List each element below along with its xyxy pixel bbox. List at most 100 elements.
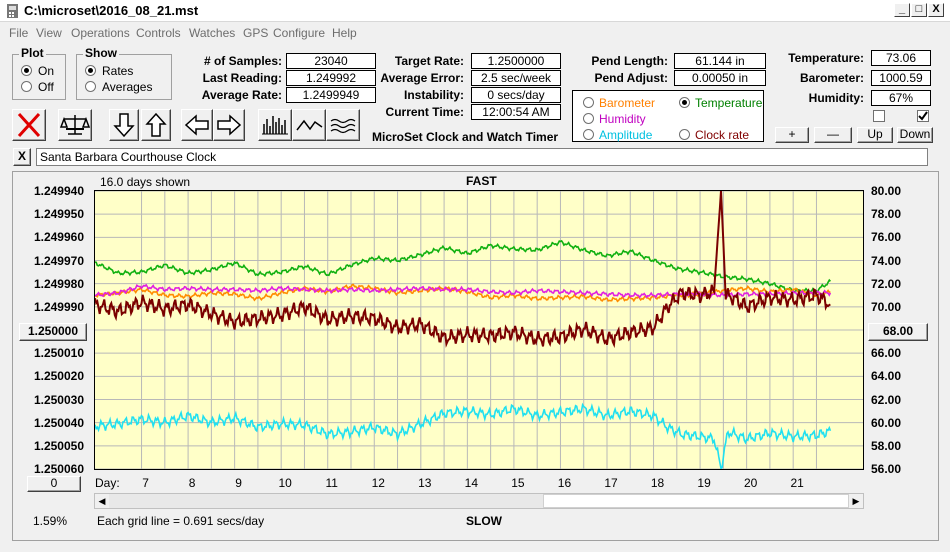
y-tick-right: 70.00 bbox=[871, 299, 902, 314]
up-button[interactable]: Up bbox=[857, 127, 893, 143]
y-tick-left: 1.250060 bbox=[33, 462, 84, 476]
line-graph-icon bbox=[296, 119, 323, 131]
y-tick-right: 58.00 bbox=[871, 438, 902, 453]
show-rates-radio[interactable] bbox=[85, 65, 96, 76]
menu-watches[interactable]: Watches bbox=[189, 26, 235, 40]
clock-rate-radio[interactable] bbox=[679, 129, 690, 140]
y-tick-left: 1.249960 bbox=[33, 230, 84, 245]
x-tick: 8 bbox=[188, 476, 196, 490]
scroll-thumb[interactable] bbox=[543, 494, 849, 508]
bar-graph-icon bbox=[262, 116, 288, 135]
y-tick-left: 1.250050 bbox=[33, 438, 84, 453]
arrow-right-icon bbox=[217, 114, 242, 136]
current-time-field: 12:00:54 AM bbox=[471, 104, 561, 120]
stop-button[interactable] bbox=[12, 109, 46, 141]
humidity-env-field: 67% bbox=[871, 90, 931, 106]
y-tick-right: 66.00 bbox=[871, 346, 902, 361]
menu-view[interactable]: View bbox=[36, 26, 62, 40]
menu-operations[interactable]: Operations bbox=[71, 26, 130, 40]
plot-area bbox=[94, 190, 864, 470]
barometer-label: Barometer bbox=[599, 96, 656, 110]
close-button[interactable]: X bbox=[928, 3, 944, 17]
minus-button[interactable]: — bbox=[814, 127, 852, 143]
minimize-button[interactable]: _ bbox=[894, 3, 910, 17]
note-input[interactable]: Santa Barbara Courthouse Clock bbox=[36, 148, 928, 166]
days-shown-label: 16.0 days shown bbox=[100, 175, 191, 189]
menu-controls[interactable]: Controls bbox=[136, 26, 181, 40]
y-tick-right: 72.00 bbox=[871, 276, 902, 291]
temperature-radio[interactable] bbox=[679, 97, 690, 108]
pend-length-label: Pend Length: bbox=[591, 54, 668, 68]
clock-rate-label: Clock rate bbox=[695, 128, 750, 142]
x-tick: 16 bbox=[557, 476, 572, 490]
app-caption: MicroSet Clock and Watch Timer bbox=[372, 130, 559, 144]
show-averages-radio[interactable] bbox=[85, 81, 96, 92]
y-tick-left: 1.249950 bbox=[33, 207, 84, 222]
x-tick: 11 bbox=[325, 476, 338, 490]
x-tick: 7 bbox=[142, 476, 149, 490]
menu-configure[interactable]: Configure bbox=[273, 26, 325, 40]
menu-gps[interactable]: GPS bbox=[243, 26, 268, 40]
y-tick-right: 56.00 bbox=[871, 462, 902, 476]
option-checkbox-2[interactable] bbox=[917, 110, 929, 122]
x-tick: 10 bbox=[278, 476, 292, 490]
show-averages-label: Averages bbox=[102, 80, 153, 94]
arrow-right-button[interactable] bbox=[213, 109, 245, 141]
fast-label: FAST bbox=[466, 174, 497, 188]
center-sensor-button[interactable]: 68.00 bbox=[868, 323, 928, 341]
average-error-field: 2.5 sec/week bbox=[471, 70, 561, 86]
wave-graph-icon bbox=[330, 118, 356, 134]
humidity-radio[interactable] bbox=[583, 113, 594, 124]
plot-on-radio[interactable] bbox=[21, 65, 32, 76]
barometer-radio[interactable] bbox=[583, 97, 594, 108]
last-reading-label: Last Reading: bbox=[202, 71, 282, 85]
y-tick-right: 80.00 bbox=[871, 184, 902, 198]
arrow-left-button[interactable] bbox=[181, 109, 213, 141]
humidity-env-label: Humidity: bbox=[808, 91, 864, 105]
series-line-temperature bbox=[94, 239, 831, 295]
menu-file[interactable]: File bbox=[9, 26, 28, 40]
bar-graph-button[interactable] bbox=[258, 109, 292, 141]
plus-button[interactable]: + bbox=[775, 127, 809, 143]
amplitude-label: Amplitude bbox=[599, 128, 653, 142]
down-button[interactable]: Down bbox=[897, 127, 933, 143]
x-tick: 17 bbox=[604, 476, 618, 490]
window-title: C:\microset\2016_08_21.mst bbox=[24, 3, 199, 18]
scroll-right-arrow-icon[interactable]: ▶ bbox=[849, 494, 863, 508]
x-tick: 9 bbox=[235, 476, 242, 490]
series-line-humidity bbox=[95, 283, 832, 299]
x-tick: 13 bbox=[418, 476, 432, 490]
app-icon bbox=[7, 4, 18, 18]
target-rate-field: 1.2500000 bbox=[471, 53, 561, 69]
average-error-label: Average Error: bbox=[380, 71, 464, 85]
day-axis-label: Day: bbox=[95, 476, 120, 490]
balance-button[interactable] bbox=[58, 109, 92, 141]
amplitude-radio[interactable] bbox=[583, 129, 594, 140]
arrow-down-button[interactable] bbox=[109, 109, 139, 141]
line-graph-button[interactable] bbox=[292, 109, 326, 141]
y-tick-left: 1.249970 bbox=[33, 253, 84, 268]
plot-off-radio[interactable] bbox=[21, 81, 32, 92]
percent-label: 1.59% bbox=[33, 514, 68, 528]
arrow-up-button[interactable] bbox=[141, 109, 171, 141]
arrow-up-icon bbox=[145, 112, 167, 137]
maximize-button[interactable]: □ bbox=[911, 3, 927, 17]
y-tick-left: 1.250010 bbox=[33, 346, 84, 361]
zero-button[interactable]: 0 bbox=[27, 476, 81, 492]
menu-help[interactable]: Help bbox=[332, 26, 357, 40]
grid-note-label: Each grid line = 0.691 secs/day bbox=[97, 514, 265, 528]
scroll-left-arrow-icon[interactable]: ◀ bbox=[95, 494, 109, 508]
wave-graph-button[interactable] bbox=[326, 109, 360, 141]
instability-label: Instability: bbox=[403, 88, 464, 102]
clear-note-button[interactable]: X bbox=[13, 148, 31, 166]
y-tick-left: 1.249940 bbox=[33, 184, 84, 198]
center-rate-button[interactable]: 1.250000 bbox=[19, 323, 87, 341]
pend-adjust-label: Pend Adjust: bbox=[594, 71, 668, 85]
x-tick: 20 bbox=[743, 476, 758, 490]
temperature-label: Temperature bbox=[695, 96, 763, 110]
x-tick: 21 bbox=[790, 476, 804, 490]
option-checkbox-1[interactable] bbox=[873, 110, 885, 122]
x-tick: 19 bbox=[697, 476, 711, 490]
y-tick-right: 62.00 bbox=[871, 392, 902, 407]
title-bar: C:\microset\2016_08_21.mst _ □ X bbox=[0, 0, 950, 22]
